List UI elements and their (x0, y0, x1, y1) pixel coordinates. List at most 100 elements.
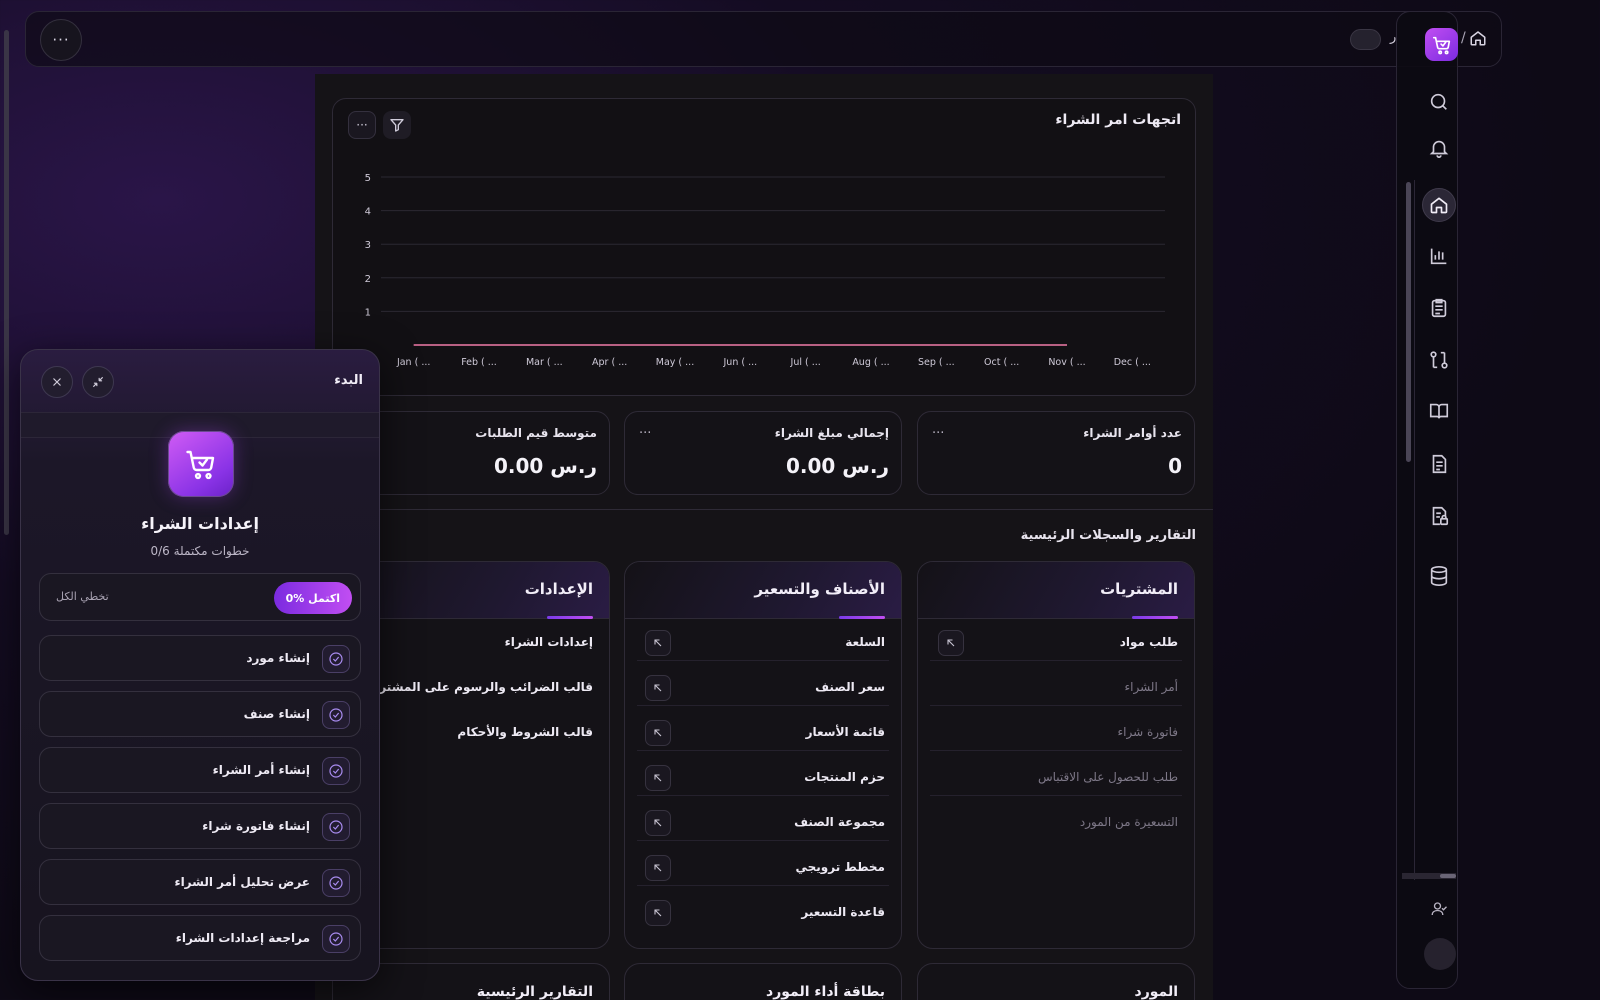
bar-chart-icon[interactable] (1425, 242, 1453, 270)
card-title: بطاقة أداء المورد (766, 984, 885, 1000)
database-icon[interactable] (1425, 562, 1453, 590)
chart-plot: 1 2 3 4 5 Jan ( ... Feb ( ... Mar ( ... Apr ( ..… (365, 173, 1165, 368)
document-lock-icon[interactable] (1425, 502, 1453, 530)
list-item[interactable]: قالب الضرائب والرسوم على المشتريات (345, 670, 597, 706)
setup-step[interactable]: عرض تحليل أمر الشراء (39, 859, 361, 905)
list-item[interactable]: التسعيرة من المورد (930, 805, 1182, 841)
list-item[interactable]: طلب مواد (930, 625, 1182, 661)
x-tick-label: Dec ( ... (1114, 357, 1151, 368)
close-icon (53, 378, 61, 386)
arrow-up-left-icon[interactable] (645, 675, 671, 701)
setup-step[interactable]: إنشاء فاتورة شراء (39, 803, 361, 849)
x-tick-label: May ( ... (656, 357, 694, 368)
setup-step[interactable]: مراجعة إعدادات الشراء (39, 915, 361, 961)
list-item[interactable]: سعر الصنف (637, 670, 889, 706)
bell-icon[interactable] (1425, 134, 1453, 162)
section-title: التقارير والسجلات الرئيسية (1020, 528, 1196, 543)
rail-scrollbar[interactable] (1406, 182, 1411, 462)
list-item[interactable]: مجموعة الصنف (637, 805, 889, 841)
list-item[interactable]: السلعة (637, 625, 889, 661)
git-compare-icon[interactable] (1425, 346, 1453, 374)
list-item[interactable]: قائمة الأسعار (637, 715, 889, 751)
clipboard-icon[interactable] (1425, 294, 1453, 322)
breadcrumb-home-icon[interactable] (1469, 29, 1489, 49)
list-item[interactable]: أمر الشراء (930, 670, 1182, 706)
arrow-up-left-icon[interactable] (645, 900, 671, 926)
user-check-icon[interactable] (1425, 895, 1453, 923)
list-item[interactable]: إعدادات الشراء (345, 625, 597, 661)
stat-more-button[interactable]: ··· (932, 426, 944, 441)
minimize-icon (92, 376, 104, 388)
list-item-label: التسعيرة من المورد (1079, 815, 1178, 829)
x-tick-label: Aug ( ... (852, 357, 889, 368)
card-title: المورد (1134, 984, 1178, 1000)
check-circle-icon (322, 869, 350, 897)
document-list-icon[interactable] (1425, 450, 1453, 478)
arrow-up-left-icon[interactable] (645, 765, 671, 791)
list-item-label: طلب للحصول على الاقتباس (1037, 770, 1178, 784)
list-item-label: طلب مواد (1119, 635, 1178, 649)
chart-title: اتجهات امر الشراء (1055, 112, 1181, 128)
more-options-button[interactable]: ··· (40, 19, 82, 61)
step-label: عرض تحليل أمر الشراء (174, 875, 310, 889)
check-circle-icon (322, 701, 350, 729)
card-purchases: المشتريات طلب مواد أمر الشراء فاتورة شرا… (917, 561, 1195, 949)
arrow-up-left-icon[interactable] (645, 720, 671, 746)
step-label: إنشاء مورد (246, 651, 310, 665)
progress-badge: 0% اكتمل (273, 582, 352, 614)
list-item-label: قالب الشروط والأحكام (457, 725, 593, 739)
rail-horizontal-thumb[interactable] (1440, 874, 1456, 878)
x-tick-label: Sep ( ... (918, 357, 955, 368)
filter-button[interactable] (383, 111, 411, 139)
list-item[interactable]: قاعدة التسعير (637, 895, 889, 931)
list-item-label: قالب الضرائب والرسوم على المشتريات (358, 680, 593, 694)
avatar[interactable] (1424, 938, 1456, 970)
check-circle-icon (322, 757, 350, 785)
list-item[interactable]: حزم المنتجات (637, 760, 889, 796)
x-tick-label: Nov ( ... (1048, 357, 1085, 368)
stat-label: إجمالي مبلغ الشراء (774, 426, 889, 440)
card-supplier: المورد (917, 963, 1195, 1000)
theme-toggle[interactable] (1350, 29, 1381, 50)
list-item[interactable]: فاتورة شراء (930, 715, 1182, 751)
stat-more-button[interactable]: ··· (639, 426, 651, 441)
list-item-label: مخطط ترويجي (795, 860, 885, 874)
card-items-pricing: الأصناف والتسعير السلعة سعر الصنف قائمة … (624, 561, 902, 949)
card-title: التقارير الرئيسية (476, 984, 593, 1000)
list-item-label: فاتورة شراء (1117, 725, 1178, 739)
list-item-label: قائمة الأسعار (805, 725, 885, 739)
arrow-up-left-icon[interactable] (645, 855, 671, 881)
book-open-icon[interactable] (1425, 397, 1453, 425)
card-header: الأصناف والتسعير (625, 562, 901, 619)
close-button[interactable] (41, 366, 73, 398)
x-tick-label: Apr ( ... (592, 357, 627, 368)
card-underline (839, 616, 885, 619)
list-item[interactable]: قالب الشروط والأحكام (345, 715, 597, 751)
chart-more-button[interactable]: ··· (348, 111, 376, 139)
setup-step[interactable]: إنشاء صنف (39, 691, 361, 737)
card-header: المشتريات (918, 562, 1194, 619)
stat-value: 0 (1168, 454, 1182, 478)
search-icon[interactable] (1425, 88, 1453, 116)
list-item-label: حزم المنتجات (804, 770, 885, 784)
setup-step[interactable]: إنشاء مورد (39, 635, 361, 681)
chart-card: اتجهات امر الشراء ··· 1 2 3 4 5 Jan ( ... Feb … (332, 98, 1196, 396)
setup-progress-text: 0/6 خطوات مكتملة (150, 544, 250, 558)
list-item[interactable]: مخطط ترويجي (637, 850, 889, 886)
list-item[interactable]: طلب للحصول على الاقتباس (930, 760, 1182, 796)
list-item-label: سعر الصنف (815, 680, 885, 694)
arrow-up-left-icon[interactable] (938, 630, 964, 656)
arrow-up-left-icon[interactable] (645, 630, 671, 656)
x-tick-label: Mar ( ... (526, 357, 563, 368)
page-scrollbar[interactable] (4, 30, 9, 535)
list-item-label: أمر الشراء (1124, 680, 1179, 694)
app-logo[interactable] (1425, 28, 1458, 61)
y-tick-label: 5 (365, 173, 371, 184)
card-underline (1132, 616, 1178, 619)
skip-all-button[interactable]: تخطي الكل (56, 590, 109, 603)
setup-step[interactable]: إنشاء أمر الشراء (39, 747, 361, 793)
arrow-up-left-icon[interactable] (645, 810, 671, 836)
home-icon[interactable] (1422, 188, 1456, 222)
check-circle-icon (322, 925, 350, 953)
minimize-button[interactable] (82, 366, 114, 398)
